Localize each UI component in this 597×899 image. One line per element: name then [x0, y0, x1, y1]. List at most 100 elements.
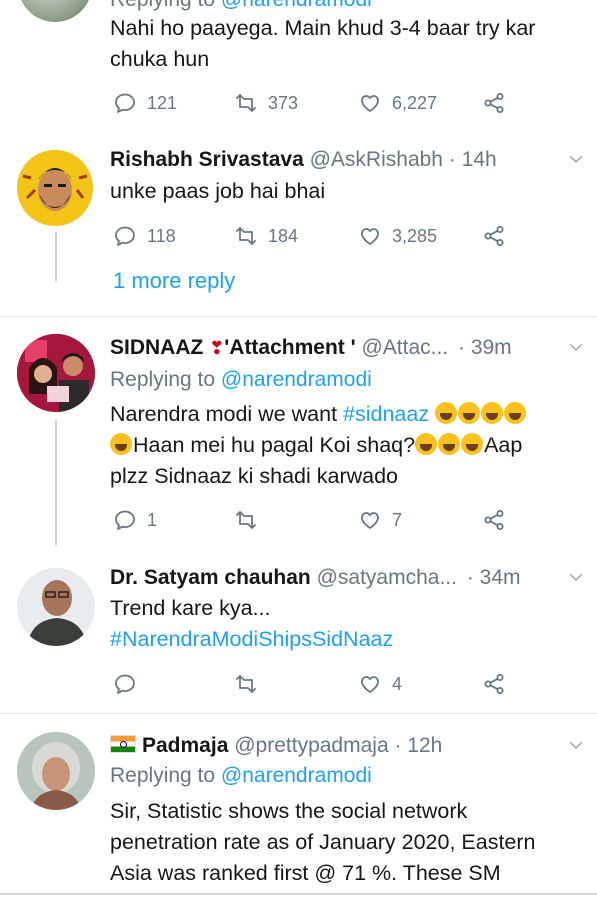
timestamp[interactable]: · 39m: [458, 336, 512, 359]
tweet-1[interactable]: Rishabh Srivastava @AskRishabh · 14h unk…: [0, 140, 597, 315]
thread-line: [55, 420, 57, 546]
tweet-header: Dr. Satyam chauhan @satyamcha... · 34m: [110, 564, 597, 592]
retweet-icon: [234, 508, 258, 532]
share-icon: [482, 91, 506, 115]
retweet-icon: [234, 672, 258, 696]
retweet-icon: [234, 224, 258, 248]
author-handle[interactable]: @prettypadmaja: [234, 734, 388, 757]
reply-count: 121: [147, 92, 178, 113]
reply-icon: [113, 508, 137, 532]
author-handle[interactable]: @satyamcha...: [317, 566, 457, 589]
reply-button[interactable]: 1: [113, 505, 157, 535]
avatar-illustration: [17, 150, 93, 226]
like-icon: [358, 224, 382, 248]
tweet-text: Nahi ho paayega. Main khud 3-4 baar try …: [110, 16, 536, 71]
tweet-actions: 1 7: [110, 505, 530, 535]
retweet-icon: [234, 91, 258, 115]
timestamp[interactable]: · 14h: [449, 148, 497, 171]
avatar[interactable]: [17, 334, 95, 412]
replying-to: Replying to @narendramodi: [110, 0, 372, 14]
replying-to: Replying to @narendramodi: [110, 368, 372, 391]
author-name[interactable]: Rishabh Srivastava: [110, 148, 304, 171]
chevron-down-icon[interactable]: [567, 568, 585, 586]
reply-icon: [113, 672, 137, 696]
like-button[interactable]: 7: [358, 505, 402, 535]
tweet-actions: 118 184 3,285: [110, 221, 530, 251]
laughing-emoji-icon: [415, 433, 484, 457]
share-icon: [482, 224, 506, 248]
replying-to-link[interactable]: @narendramodi: [221, 0, 372, 11]
retweet-button[interactable]: 373: [234, 88, 298, 118]
reply-icon: [113, 91, 137, 115]
tweet-header: Rishabh Srivastava @AskRishabh · 14h: [110, 146, 597, 174]
tweet-text: unke paas job hai bhai: [110, 179, 326, 203]
reply-button[interactable]: [113, 669, 147, 699]
hashtag-link[interactable]: #sidnaaz: [343, 402, 429, 426]
share-button[interactable]: [482, 88, 516, 118]
reply-icon: [113, 224, 137, 248]
like-button[interactable]: 4: [358, 669, 402, 699]
chevron-down-icon[interactable]: [567, 150, 585, 168]
tweet-3[interactable]: Dr. Satyam chauhan @satyamcha... · 34m T…: [0, 560, 597, 710]
retweet-button[interactable]: [234, 669, 268, 699]
retweet-button[interactable]: [234, 505, 268, 535]
share-icon: [482, 672, 506, 696]
tweet-text: Trend kare kya... #NarendraModiShipsSidN…: [110, 593, 580, 655]
share-button[interactable]: [482, 221, 516, 251]
reply-count: 118: [147, 225, 176, 246]
share-button[interactable]: [482, 505, 516, 535]
show-more-replies-link[interactable]: 1 more reply: [113, 266, 235, 296]
like-count: 6,227: [392, 92, 438, 113]
like-count: 4: [392, 673, 403, 694]
avatar[interactable]: [17, 732, 95, 810]
laughing-emoji-icon: [110, 433, 132, 455]
like-count: 7: [392, 509, 403, 530]
retweet-count: 373: [268, 92, 299, 113]
hashtag-link[interactable]: #NarendraModiShipsSidNaaz: [110, 624, 580, 655]
author-name[interactable]: SIDNAAZ ❣'Attachment ': [110, 336, 356, 359]
thread-line: [55, 232, 57, 282]
tweet-text: Narendra modi we want #sidnaaz Haan mei …: [110, 399, 580, 492]
tweet-header: Padmaja @prettypadmaja · 12h: [110, 732, 597, 760]
tweet-actions: 4: [110, 669, 530, 699]
tweet-0[interactable]: Replying to @narendramodi Nahi ho paayeg…: [0, 0, 597, 130]
india-flag-icon: [110, 735, 136, 753]
tweet-4[interactable]: Padmaja @prettypadmaja · 12h Replying to…: [0, 724, 597, 899]
author-handle[interactable]: @Attac...: [361, 336, 448, 359]
avatar-photo: [17, 334, 95, 412]
tweet-text: Sir, Statistic shows the social network …: [110, 799, 536, 885]
reply-button[interactable]: 118: [113, 221, 176, 251]
like-icon: [358, 91, 382, 115]
replying-to-link[interactable]: @narendramodi: [221, 368, 372, 391]
tweet-actions: 121 373 6,227: [110, 88, 530, 118]
avatar[interactable]: [17, 150, 93, 226]
replying-to-link[interactable]: @narendramodi: [221, 764, 372, 787]
replying-to: Replying to @narendramodi: [110, 764, 372, 787]
reply-button[interactable]: 121: [113, 88, 177, 118]
author-name[interactable]: Padmaja: [142, 734, 228, 757]
like-button[interactable]: 6,227: [358, 88, 437, 118]
laughing-emoji-icon: [429, 402, 527, 426]
divider: [0, 316, 597, 317]
share-icon: [482, 508, 506, 532]
author-handle[interactable]: @AskRishabh: [310, 148, 443, 171]
chevron-down-icon[interactable]: [567, 338, 585, 356]
divider: [0, 893, 597, 895]
tweet-2[interactable]: SIDNAAZ ❣'Attachment ' @Attac... · 39m R…: [0, 326, 597, 546]
avatar[interactable]: [18, 0, 92, 22]
timestamp[interactable]: · 12h: [394, 734, 442, 757]
author-name[interactable]: Dr. Satyam chauhan: [110, 566, 311, 589]
timestamp[interactable]: · 34m: [467, 566, 521, 589]
tweet-header: SIDNAAZ ❣'Attachment ' @Attac... · 39m: [110, 334, 597, 362]
divider: [0, 713, 597, 714]
avatar-photo: [17, 568, 95, 646]
like-icon: [358, 508, 382, 532]
avatar-photo: [17, 732, 95, 810]
share-button[interactable]: [482, 669, 516, 699]
like-count: 3,285: [392, 225, 438, 246]
retweet-button[interactable]: 184: [234, 221, 298, 251]
avatar[interactable]: [17, 568, 95, 646]
chevron-down-icon[interactable]: [567, 736, 585, 754]
like-button[interactable]: 3,285: [358, 221, 437, 251]
retweet-count: 184: [268, 225, 299, 246]
